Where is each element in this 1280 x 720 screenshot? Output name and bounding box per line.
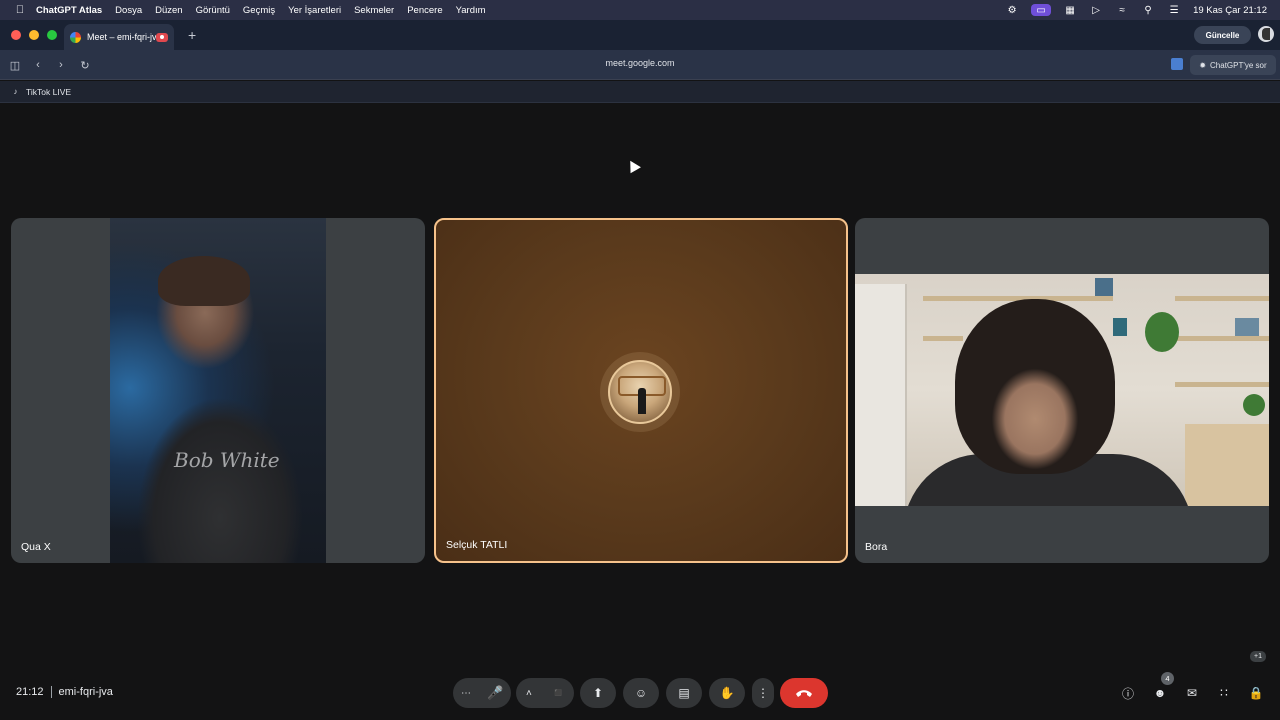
browser-tab-strip: Meet – emi-fqri-jva + Güncelle: [0, 20, 1280, 50]
participant-name: Bora: [865, 541, 888, 553]
host-controls-icon[interactable]: 🔒: [1247, 684, 1265, 702]
meeting-time: 21:12: [16, 686, 44, 698]
browser-toolbar: ◫ ‹ › ↻ meet.google.com ✹ ChatGPT'ye sor: [0, 50, 1280, 80]
more-options-button[interactable]: ⋮: [752, 678, 774, 708]
raise-hand-button[interactable]: ✋: [709, 678, 745, 708]
grid-status-icon[interactable]: ▦: [1063, 4, 1077, 16]
menu-tabs[interactable]: Sekmeler: [354, 5, 394, 16]
microphone-icon[interactable]: 🎤: [487, 685, 503, 701]
chat-icon[interactable]: ✉: [1183, 684, 1201, 702]
video-shelf: [1175, 336, 1269, 341]
menu-history[interactable]: Geçmiş: [243, 5, 275, 16]
back-icon[interactable]: ‹: [31, 58, 45, 72]
bookmark-tiktok-live[interactable]: TikTok LIVE: [26, 87, 71, 97]
video-books: [1235, 318, 1259, 336]
meeting-details: 21:12 emi-fqri-jva: [16, 686, 113, 698]
tiktok-icon: ♪: [13, 87, 18, 96]
menu-file[interactable]: Dosya: [115, 5, 142, 16]
more-vert-icon: ⋮: [757, 686, 769, 700]
avatar-figure: [638, 388, 646, 414]
new-tab-button[interactable]: +: [188, 27, 196, 43]
screen-share-status-icon[interactable]: ▭: [1031, 4, 1052, 16]
video-subject-head: [955, 299, 1115, 474]
present-screen-icon: ⬆: [592, 686, 604, 700]
play-status-icon[interactable]: ▷: [1089, 4, 1103, 16]
participant-tile-selcuk-tatli[interactable]: Selçuk TATLI: [434, 218, 848, 563]
video-shelf: [923, 336, 963, 341]
people-icon[interactable]: ☻: [1151, 684, 1169, 702]
menu-bookmarks[interactable]: Yer İşaretleri: [288, 5, 341, 16]
video-control-group: ˄ ◾: [516, 678, 574, 708]
minimize-window-button[interactable]: [29, 30, 39, 40]
hang-up-icon: [796, 690, 812, 697]
raise-hand-icon: ✋: [719, 686, 735, 700]
meeting-info-icon[interactable]: ⓘ: [1119, 684, 1137, 702]
update-button[interactable]: Güncelle: [1194, 26, 1251, 44]
participant-name: Selçuk TATLI: [446, 539, 508, 551]
translate-icon[interactable]: [1171, 58, 1183, 70]
zoom-window-button[interactable]: [47, 30, 57, 40]
video-plant: [1243, 394, 1265, 416]
wifi-icon[interactable]: ≈: [1115, 4, 1129, 16]
video-cabinet: [1185, 424, 1269, 506]
audio-control-group: ⋯ 🎤: [453, 678, 511, 708]
video-subject-hair: [158, 256, 250, 306]
participant-avatar: [608, 360, 672, 424]
speaking-ring: [600, 352, 680, 432]
video-books: [1095, 278, 1113, 296]
activities-icon[interactable]: ∷: [1215, 684, 1233, 702]
captions-button[interactable]: ▤: [666, 678, 702, 708]
reactions-button[interactable]: ☺: [623, 678, 659, 708]
present-screen-button[interactable]: ⬆: [580, 678, 616, 708]
video-books: [1113, 318, 1127, 336]
tab-meet[interactable]: Meet – emi-fqri-jva: [64, 24, 174, 50]
video-shirt-text: Bob White: [174, 448, 280, 472]
menu-app-name[interactable]: ChatGPT Atlas: [36, 5, 102, 16]
video-shelf: [1175, 296, 1269, 301]
overflow-participants-badge[interactable]: +1: [1250, 651, 1266, 662]
emoji-icon: ☺: [634, 686, 648, 700]
video-plant: [1145, 312, 1179, 352]
macos-menu-bar:  ChatGPT Atlas Dosya Düzen Görüntü Geçm…: [0, 0, 1280, 20]
close-window-button[interactable]: [11, 30, 21, 40]
participant-name: Qua X: [21, 541, 51, 553]
participant-tile-qua-x[interactable]: Bob White Qua X: [11, 218, 425, 563]
video-shelf: [1175, 382, 1269, 387]
participant-count-badge: 4: [1161, 672, 1174, 685]
divider: [50, 686, 52, 698]
spotlight-search-icon[interactable]: ⚲: [1141, 4, 1155, 16]
menu-view[interactable]: Görüntü: [196, 5, 230, 16]
participant-video: Bob White: [110, 218, 326, 563]
video-options-chevron-icon[interactable]: ˄: [526, 688, 532, 699]
sidebar-toggle-icon[interactable]: ◫: [8, 58, 22, 72]
leave-call-button[interactable]: [780, 678, 828, 708]
menu-window[interactable]: Pencere: [407, 5, 442, 16]
menu-help[interactable]: Yardım: [456, 5, 486, 16]
google-meet-favicon-icon: [70, 31, 81, 43]
bookmarks-bar: ♪ TikTok LIVE: [0, 81, 1280, 103]
window-controls: [11, 30, 57, 40]
ask-chatgpt-button[interactable]: ✹ ChatGPT'ye sor: [1190, 55, 1276, 75]
chatgpt-icon: ✹: [1199, 60, 1207, 70]
profile-avatar[interactable]: [1258, 26, 1274, 42]
captions-icon: ▤: [678, 686, 690, 700]
address-bar[interactable]: meet.google.com: [540, 58, 740, 68]
audio-options-icon[interactable]: ⋯: [461, 688, 471, 699]
reload-icon[interactable]: ↻: [78, 58, 92, 72]
menu-datetime[interactable]: 19 Kas Çar 21:12: [1193, 5, 1267, 16]
participant-tile-bora[interactable]: Bora: [855, 218, 1269, 563]
meeting-code[interactable]: emi-fqri-jva: [59, 686, 113, 698]
control-center-icon[interactable]: ☰: [1167, 4, 1181, 16]
video-door: [855, 284, 907, 506]
forward-icon[interactable]: ›: [54, 58, 68, 72]
chatgpt-status-icon[interactable]: ⚙: [1005, 4, 1019, 16]
participant-video: [855, 274, 1269, 506]
ask-chatgpt-label: ChatGPT'ye sor: [1210, 60, 1267, 70]
tab-title: Meet – emi-fqri-jva: [87, 32, 156, 42]
camera-icon[interactable]: ◾: [550, 685, 566, 701]
apple-icon[interactable]: : [13, 4, 27, 16]
menu-edit[interactable]: Düzen: [155, 5, 182, 16]
recording-indicator-icon: [156, 32, 168, 42]
